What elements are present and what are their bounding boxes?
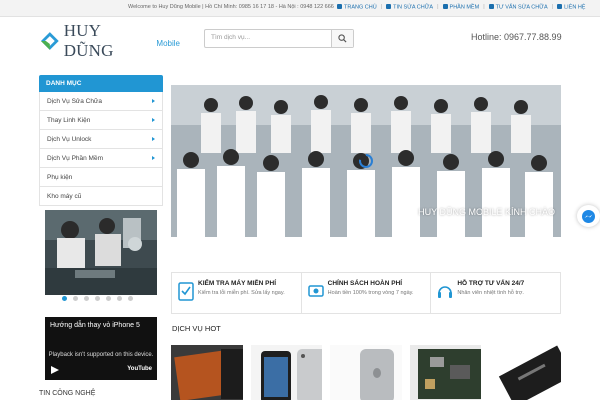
- search-box: Tìm dịch vụ...: [204, 29, 354, 48]
- divider: |: [437, 4, 439, 10]
- slider-dot[interactable]: [95, 296, 100, 301]
- feature-refund: CHÍNH SÁCH HOÀN PHÍ Hoàn tiền 100% trong…: [302, 273, 432, 313]
- hero-caption: HUY DŨNG MOBILE KÍNH CHÀO: [418, 207, 555, 217]
- slider-dot[interactable]: [106, 296, 111, 301]
- service-thumbnail[interactable]: [250, 345, 323, 400]
- feature-strip: KIỂM TRA MÁY MIỄN PHÍ Kiểm tra lỗi miễn …: [171, 272, 561, 314]
- site-logo[interactable]: HUY DŨNG Mobile: [40, 21, 180, 60]
- video-player[interactable]: Hướng dẫn thay vỏ iPhone 5 Playback isn'…: [45, 317, 157, 380]
- search-input[interactable]: Tìm dịch vụ...: [211, 34, 250, 41]
- headset-icon: [438, 286, 453, 298]
- slider-dot[interactable]: [128, 296, 133, 301]
- top-nav-software[interactable]: PHẦN MỀM: [442, 4, 479, 11]
- hotline[interactable]: Hotline: 0967.77.88.99: [471, 32, 562, 42]
- slider-dot[interactable]: [73, 296, 78, 301]
- feature-title: HỖ TRỢ TƯ VẤN 24/7: [457, 280, 525, 287]
- feature-desc: Hoàn tiền 100% trong vòng 7 ngày.: [327, 290, 414, 296]
- bookmark-icon: [386, 4, 392, 9]
- phone-icon: [557, 4, 563, 9]
- logo-mark-icon: [40, 32, 59, 50]
- iphone-back-image: [330, 345, 402, 400]
- search-button[interactable]: [331, 30, 353, 47]
- chevron-right-icon: [152, 99, 155, 103]
- category-title: DANH MỤC: [39, 75, 163, 92]
- feature-desc: Kiểm tra lỗi miễn phí. Sửa lấy ngay.: [198, 290, 285, 296]
- service-thumbnail[interactable]: [489, 345, 561, 400]
- logic-board-image: [409, 345, 482, 400]
- logo-name: HUY DŨNG: [63, 21, 114, 60]
- slider-dot[interactable]: [62, 296, 67, 301]
- feature-support: HỖ TRỢ TƯ VẤN 24/7 Nhân viên nhiệt tình …: [431, 273, 560, 313]
- money-icon: [307, 285, 324, 297]
- sidebar-item-used-phones[interactable]: Kho máy cũ: [39, 187, 163, 206]
- slider-dot[interactable]: [117, 296, 122, 301]
- iphone-image: [250, 345, 323, 400]
- video-unsupported-message: Playback isn't supported on this device.: [48, 352, 154, 358]
- video-controls: YouTube: [50, 366, 152, 374]
- category-menu: DANH MỤC Dịch Vụ Sửa Chữa Thay Linh Kiện…: [39, 75, 163, 206]
- hero-banner[interactable]: HUY DŨNG MOBILE KÍNH CHÀO: [171, 85, 561, 237]
- divider: |: [483, 4, 485, 10]
- service-thumbnail[interactable]: [330, 345, 402, 400]
- top-nav: TRANG CHỦ | TIN SỬA CHỮA | PHẦN MỀM | TƯ…: [337, 4, 585, 11]
- battery-image: [489, 345, 561, 400]
- divider: |: [380, 4, 383, 10]
- slider-dot[interactable]: [84, 296, 89, 301]
- sidebar-item-software[interactable]: Dịch Vụ Phần Mềm: [39, 149, 163, 168]
- messenger-icon: [582, 210, 595, 223]
- home-icon: [337, 4, 342, 9]
- search-icon: [338, 34, 347, 43]
- divider: |: [551, 4, 554, 10]
- service-thumbnail[interactable]: [171, 345, 243, 400]
- news-section-title: TIN CÔNG NGHỆ: [39, 390, 96, 397]
- youtube-logo[interactable]: YouTube: [127, 366, 152, 372]
- repair-photo: [45, 210, 157, 295]
- feature-desc: Nhân viên nhiệt tình hỗ trợ.: [457, 290, 524, 296]
- feature-free-check: KIỂM TRA MÁY MIỄN PHÍ Kiểm tra lỗi miễn …: [172, 273, 302, 313]
- checklist-icon: [178, 282, 194, 301]
- sidebar-item-accessories[interactable]: Phụ kiện: [39, 168, 163, 187]
- question-icon: [488, 4, 494, 9]
- sidebar-item-repair-service[interactable]: Dịch Vụ Sửa Chữa: [39, 92, 163, 111]
- logo-subtitle: Mobile: [156, 39, 180, 48]
- service-thumbnail[interactable]: [409, 345, 482, 400]
- top-nav-repair-news[interactable]: TIN SỬA CHỮA: [386, 4, 433, 11]
- welcome-text: Welcome to Huy Dũng Mobile | Hồ Chí Minh…: [128, 4, 334, 10]
- hot-services-title: DỊCH VỤ HOT: [172, 324, 221, 333]
- top-nav-consult[interactable]: TƯ VẤN SỬA CHỮA: [488, 4, 548, 11]
- phone-repair-image: [171, 345, 243, 400]
- sidebar-slider-image[interactable]: [45, 210, 157, 295]
- top-bar: Welcome to Huy Dũng Mobile | Hồ Chí Minh…: [0, 0, 600, 17]
- top-nav-home[interactable]: TRANG CHỦ: [337, 4, 377, 11]
- play-icon[interactable]: [50, 366, 60, 374]
- feature-title: KIỂM TRA MÁY MIỄN PHÍ: [198, 280, 277, 287]
- chevron-right-icon: [152, 118, 155, 122]
- hot-services-list: [171, 345, 561, 400]
- download-icon: [442, 4, 448, 9]
- chevron-right-icon: [152, 137, 155, 141]
- chevron-right-icon: [152, 156, 155, 160]
- top-nav-contact[interactable]: LIÊN HỆ: [557, 4, 585, 11]
- video-title: Hướng dẫn thay vỏ iPhone 5: [50, 322, 140, 329]
- feature-title: CHÍNH SÁCH HOÀN PHÍ: [327, 280, 403, 287]
- sidebar-item-unlock[interactable]: Dịch Vụ Unlock: [39, 130, 163, 149]
- sidebar-item-parts[interactable]: Thay Linh Kiện: [39, 111, 163, 130]
- slider-dots: [62, 296, 133, 301]
- messenger-button[interactable]: [577, 205, 600, 227]
